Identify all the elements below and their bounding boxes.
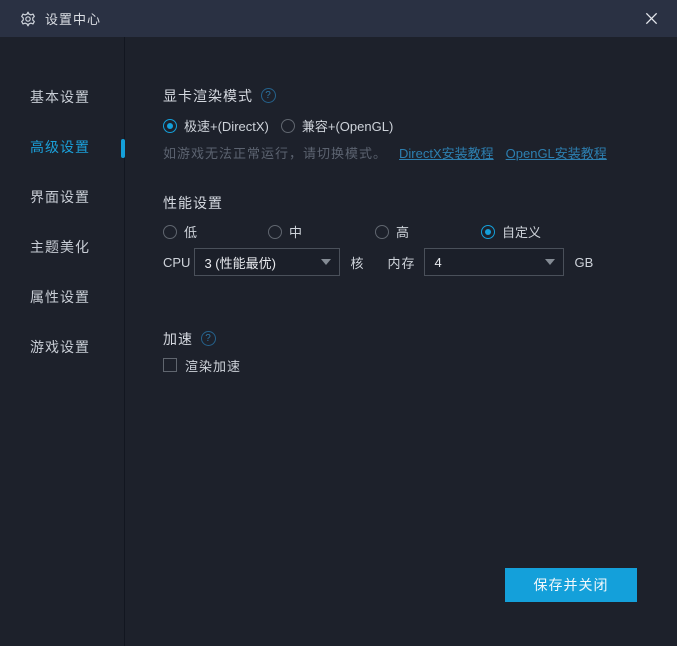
radio-opengl-label: 兼容+(OpenGL)	[302, 116, 393, 135]
radio-perf-custom-label: 自定义	[502, 222, 541, 241]
radio-perf-high[interactable]: 高	[375, 222, 481, 241]
radio-perf-low-label: 低	[184, 222, 197, 241]
sidebar-item-basic[interactable]: 基本设置	[0, 87, 124, 107]
performance-section-title: 性能设置	[163, 193, 677, 212]
window-body: 基本设置 高级设置 界面设置 主题美化 属性设置 游戏设置 显卡渲染模式 ? 极…	[0, 37, 677, 646]
settings-window: 设置中心 基本设置 高级设置 界面设置 主题美化 属性设置 游戏设置 显卡渲染模…	[0, 0, 677, 646]
radio-perf-custom[interactable]: 自定义	[481, 222, 541, 241]
graphics-hint-text: 如游戏无法正常运行，请切换模式。	[163, 143, 387, 162]
opengl-tutorial-link[interactable]: OpenGL安装教程	[506, 143, 607, 162]
sidebar-item-advanced[interactable]: 高级设置	[0, 137, 124, 157]
directx-tutorial-link[interactable]: DirectX安装教程	[399, 143, 494, 162]
close-icon[interactable]	[637, 5, 665, 33]
radio-perf-high-label: 高	[396, 222, 409, 241]
radio-directx[interactable]: 极速+(DirectX)	[163, 116, 269, 135]
radio-perf-high-circle	[375, 225, 389, 239]
performance-options: 低 中 高 自定义	[163, 223, 677, 240]
radio-directx-label: 极速+(DirectX)	[184, 116, 269, 135]
radio-directx-circle	[163, 119, 177, 133]
cpu-select-value: 3 (性能最优)	[204, 253, 313, 272]
graphics-hint-row: 如游戏无法正常运行，请切换模式。 DirectX安装教程 OpenGL安装教程	[163, 144, 677, 160]
titlebar: 设置中心	[0, 0, 677, 37]
help-icon-acceleration[interactable]: ?	[201, 331, 216, 346]
radio-opengl[interactable]: 兼容+(OpenGL)	[281, 116, 393, 135]
radio-perf-low[interactable]: 低	[163, 222, 268, 241]
sidebar-item-theme[interactable]: 主题美化	[0, 237, 124, 257]
chevron-down-icon	[545, 259, 555, 265]
radio-perf-low-circle	[163, 225, 177, 239]
render-acceleration-checkbox[interactable]	[163, 358, 177, 372]
window-title: 设置中心	[45, 9, 101, 28]
memory-select-value: 4	[434, 255, 537, 270]
radio-perf-custom-circle	[481, 225, 495, 239]
sidebar-item-property[interactable]: 属性设置	[0, 287, 124, 307]
memory-label: 内存	[387, 253, 415, 272]
cpu-label: CPU	[163, 255, 190, 270]
gear-icon	[20, 11, 36, 27]
sidebar-item-interface[interactable]: 界面设置	[0, 187, 124, 207]
graphics-mode-options: 极速+(DirectX) 兼容+(OpenGL)	[163, 117, 677, 134]
content-panel: 显卡渲染模式 ? 极速+(DirectX) 兼容+(OpenGL) 如游戏无法正…	[125, 37, 677, 646]
radio-perf-medium-label: 中	[289, 222, 302, 241]
graphics-section-title: 显卡渲染模式	[163, 86, 253, 106]
sidebar: 基本设置 高级设置 界面设置 主题美化 属性设置 游戏设置	[0, 37, 125, 646]
acceleration-section-title: 加速	[163, 329, 193, 349]
cpu-memory-row: CPU 3 (性能最优) 核 内存 4 GB	[163, 248, 677, 276]
radio-perf-medium-circle	[268, 225, 282, 239]
help-icon-graphics[interactable]: ?	[261, 88, 276, 103]
radio-opengl-circle	[281, 119, 295, 133]
render-acceleration-option[interactable]: 渲染加速	[163, 357, 677, 373]
radio-perf-medium[interactable]: 中	[268, 222, 375, 241]
sidebar-item-game[interactable]: 游戏设置	[0, 337, 124, 357]
save-and-close-button[interactable]: 保存并关闭	[505, 568, 637, 602]
chevron-down-icon	[321, 259, 331, 265]
cpu-unit-label: 核	[350, 253, 364, 272]
cpu-select[interactable]: 3 (性能最优)	[194, 248, 340, 276]
memory-unit-label: GB	[574, 255, 593, 270]
render-acceleration-label: 渲染加速	[185, 356, 241, 375]
acceleration-section-title-row: 加速 ?	[163, 329, 677, 348]
memory-select[interactable]: 4	[424, 248, 564, 276]
graphics-section-title-row: 显卡渲染模式 ?	[163, 86, 677, 105]
